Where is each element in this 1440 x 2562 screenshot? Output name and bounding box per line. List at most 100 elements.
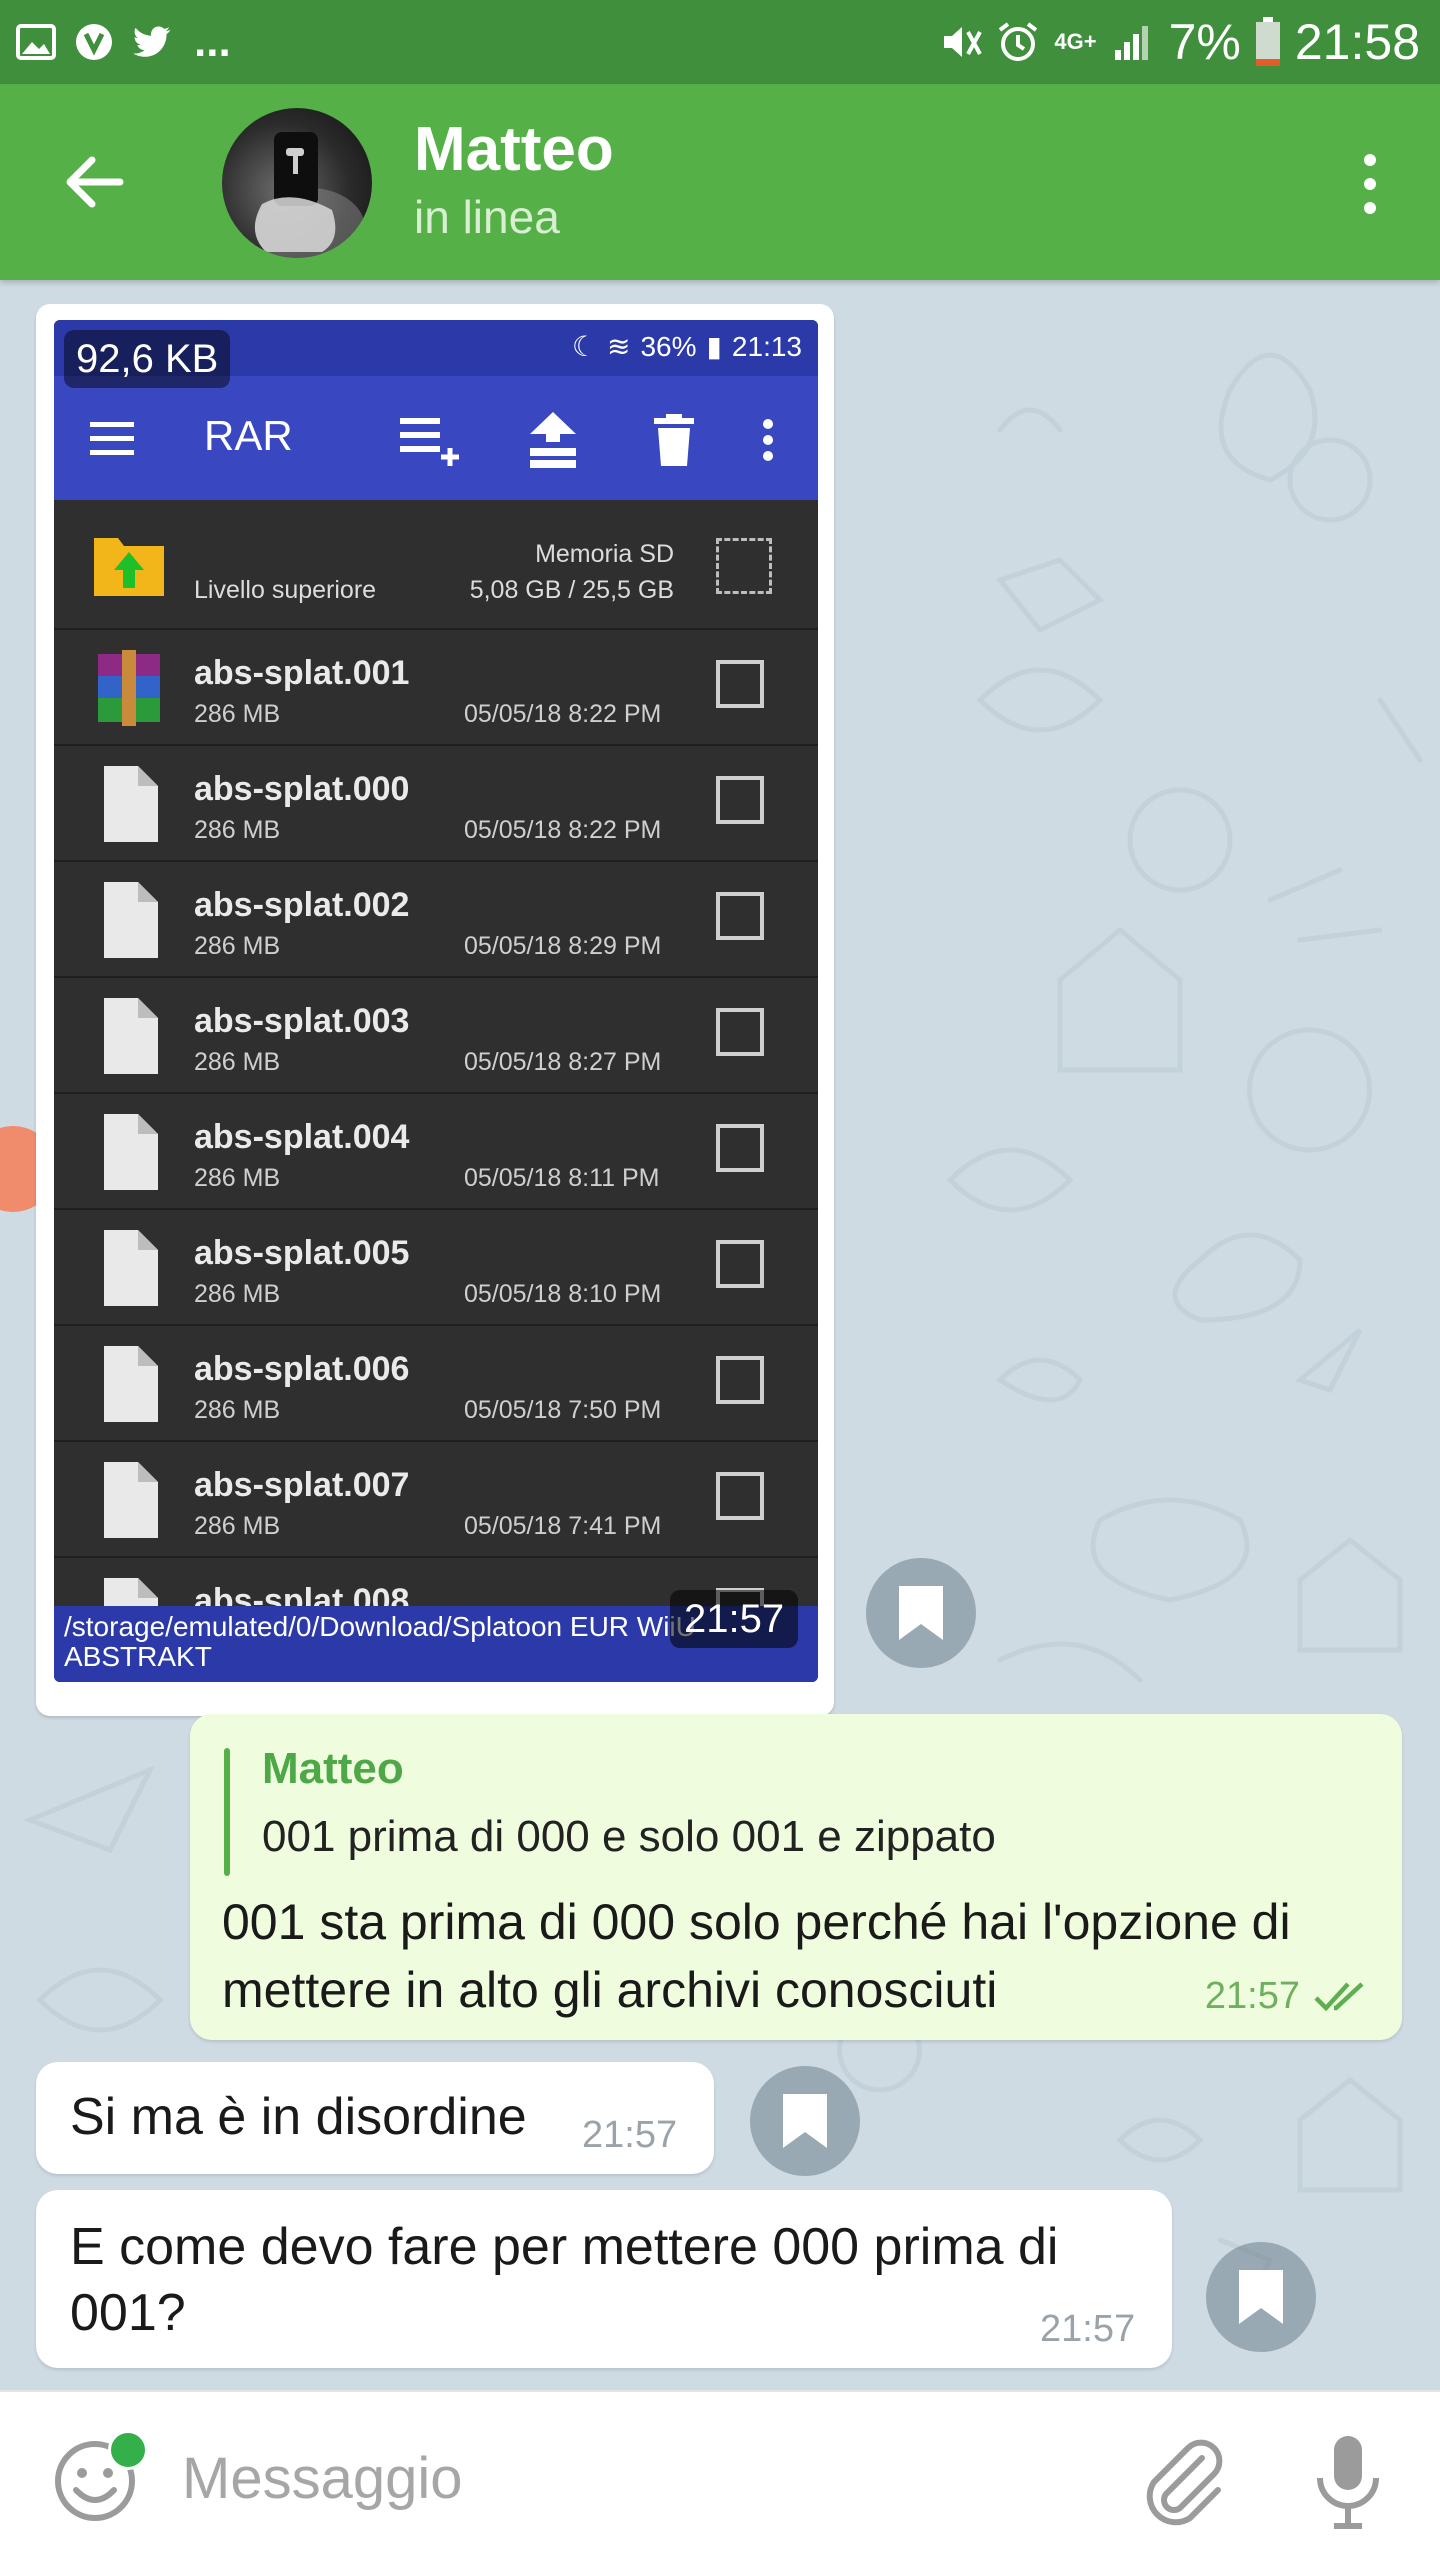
overflow-menu-icon [763,419,773,461]
file-date: 05/05/18 8:10 PM [464,1280,662,1308]
incoming-message[interactable]: Si ma è in disordine 21:57 [36,2062,714,2174]
file-row: abs-splat.006 286 MB 05/05/18 7:50 PM [54,1326,818,1442]
contact-status: in linea [414,191,560,243]
file-checkbox [716,660,764,708]
file-icon [104,1346,158,1422]
message-text: E come devo fare per mettere 000 prima d… [70,2218,1059,2342]
signal-icon [1114,26,1148,60]
file-row: abs-splat.002 286 MB 05/05/18 8:29 PM [54,862,818,978]
image-timestamp: 21:57 [670,1590,799,1648]
file-icon [104,998,158,1074]
file-size: 286 MB [194,816,281,844]
file-size-badge: 92,6 KB [64,330,231,388]
screenshot-image[interactable]: ☾ ≋ 36% ▮ 21:13 RAR 92,6 KB Livello supe… [54,320,818,1682]
app-notification-icon [76,24,112,60]
alarm-icon [999,22,1038,61]
file-icon [104,1462,158,1538]
chat-header: Matteo in linea [0,84,1440,280]
file-date: 05/05/18 8:22 PM [464,816,662,844]
file-checkbox [716,1008,764,1056]
file-size: 286 MB [194,1512,281,1540]
message-meta: 21:57 [1205,1975,1372,2018]
message-input[interactable] [180,2432,1084,2524]
file-name: abs-splat.007 [194,1466,410,1504]
file-icon [104,1230,158,1306]
parent-folder-label: Livello superiore [194,576,377,604]
share-button[interactable] [1206,2242,1316,2352]
file-checkbox [716,1240,764,1288]
outgoing-message[interactable]: Matteo 001 prima di 000 e solo 001 e zip… [190,1714,1402,2040]
image-message[interactable]: ☾ ≋ 36% ▮ 21:13 RAR 92,6 KB Livello supe… [36,304,834,1716]
twitter-icon [133,26,171,57]
file-checkbox [716,1356,764,1404]
battery-percent: 7% [1168,14,1241,70]
microphone-icon[interactable] [1310,2432,1386,2532]
folder-up-icon [94,538,164,596]
battery-icon [1255,17,1280,66]
file-date: 05/05/18 8:22 PM [464,700,662,728]
bookmark-share-icon [783,2094,827,2148]
message-text: 001 sta prima di 000 solo perché hai l'o… [222,1894,1291,2018]
file-name: abs-splat.002 [194,886,410,924]
file-row: abs-splat.007 286 MB 05/05/18 7:41 PM [54,1442,818,1558]
parent-folder-row: Livello superiore Memoria SD 5,08 GB / 2… [54,500,818,630]
file-row: abs-splat.003 286 MB 05/05/18 8:27 PM [54,978,818,1094]
status-bar: ... 4G+ 7% 21:58 [0,0,1440,84]
file-checkbox [716,776,764,824]
share-button[interactable] [866,1558,976,1668]
screenshot-battery: 36% [640,330,697,362]
storage-label: Memoria SD [535,540,674,568]
gallery-icon [16,24,56,60]
message-time: 21:57 [582,2114,678,2156]
add-to-archive-icon [400,418,459,466]
mute-icon [944,27,983,57]
file-size: 286 MB [194,1396,281,1424]
back-arrow-icon[interactable] [58,146,130,218]
select-all-icon [716,538,772,594]
file-size: 286 MB [194,700,281,728]
file-row: abs-splat.000 286 MB 05/05/18 8:22 PM [54,746,818,862]
file-row: abs-splat.005 286 MB 05/05/18 8:10 PM [54,1210,818,1326]
file-icon [104,766,158,842]
wifi-icon: ≋ [606,331,631,362]
share-button[interactable] [750,2066,860,2176]
message-time: 21:57 [1204,1975,1300,2017]
attach-icon[interactable] [1140,2436,1230,2526]
rar-title: RAR [204,412,293,459]
rar-archive-icon [98,650,160,726]
more-vert-icon[interactable] [1340,144,1400,224]
file-row: abs-splat.004 286 MB 05/05/18 8:11 PM [54,1094,818,1210]
chat-area[interactable]: ☾ ≋ 36% ▮ 21:13 RAR 92,6 KB Livello supe… [0,280,1440,2390]
clock: 21:58 [1294,14,1420,70]
file-row: abs-splat.001 286 MB 05/05/18 8:22 PM [54,630,818,746]
file-checkbox [716,1124,764,1172]
contact-name[interactable]: Matteo [414,114,614,185]
battery-icon: ▮ [706,331,722,362]
message-time: 21:57 [1040,2308,1136,2350]
bookmark-share-icon [899,1586,943,1640]
incoming-message[interactable]: E come devo fare per mettere 000 prima d… [36,2190,1172,2368]
quote-bar [224,1748,230,1876]
file-date: 05/05/18 7:41 PM [464,1512,662,1540]
double-check-icon [1314,1981,1364,2011]
storage-space: 5,08 GB / 25,5 GB [469,576,674,604]
avatar[interactable] [222,108,372,258]
hamburger-icon [90,422,134,455]
file-checkbox [716,892,764,940]
file-name: abs-splat.000 [194,770,410,808]
screenshot-clock: 21:13 [731,330,802,362]
quote-author: Matteo [262,1744,404,1793]
file-name: abs-splat.005 [194,1234,410,1272]
file-date: 05/05/18 8:29 PM [464,932,662,960]
more-notifications: ... [194,17,231,66]
network-type: 4G+ [1054,29,1097,54]
trash-icon [654,414,694,466]
quote-text: 001 prima di 000 e solo 001 e zippato [262,1812,996,1861]
file-size: 286 MB [194,1280,281,1308]
file-size: 286 MB [194,1164,281,1192]
file-size: 286 MB [194,1048,281,1076]
file-size: 286 MB [194,932,281,960]
file-date: 05/05/18 8:11 PM [464,1164,660,1192]
file-date: 05/05/18 8:27 PM [464,1048,662,1076]
avatar-image [254,132,365,258]
